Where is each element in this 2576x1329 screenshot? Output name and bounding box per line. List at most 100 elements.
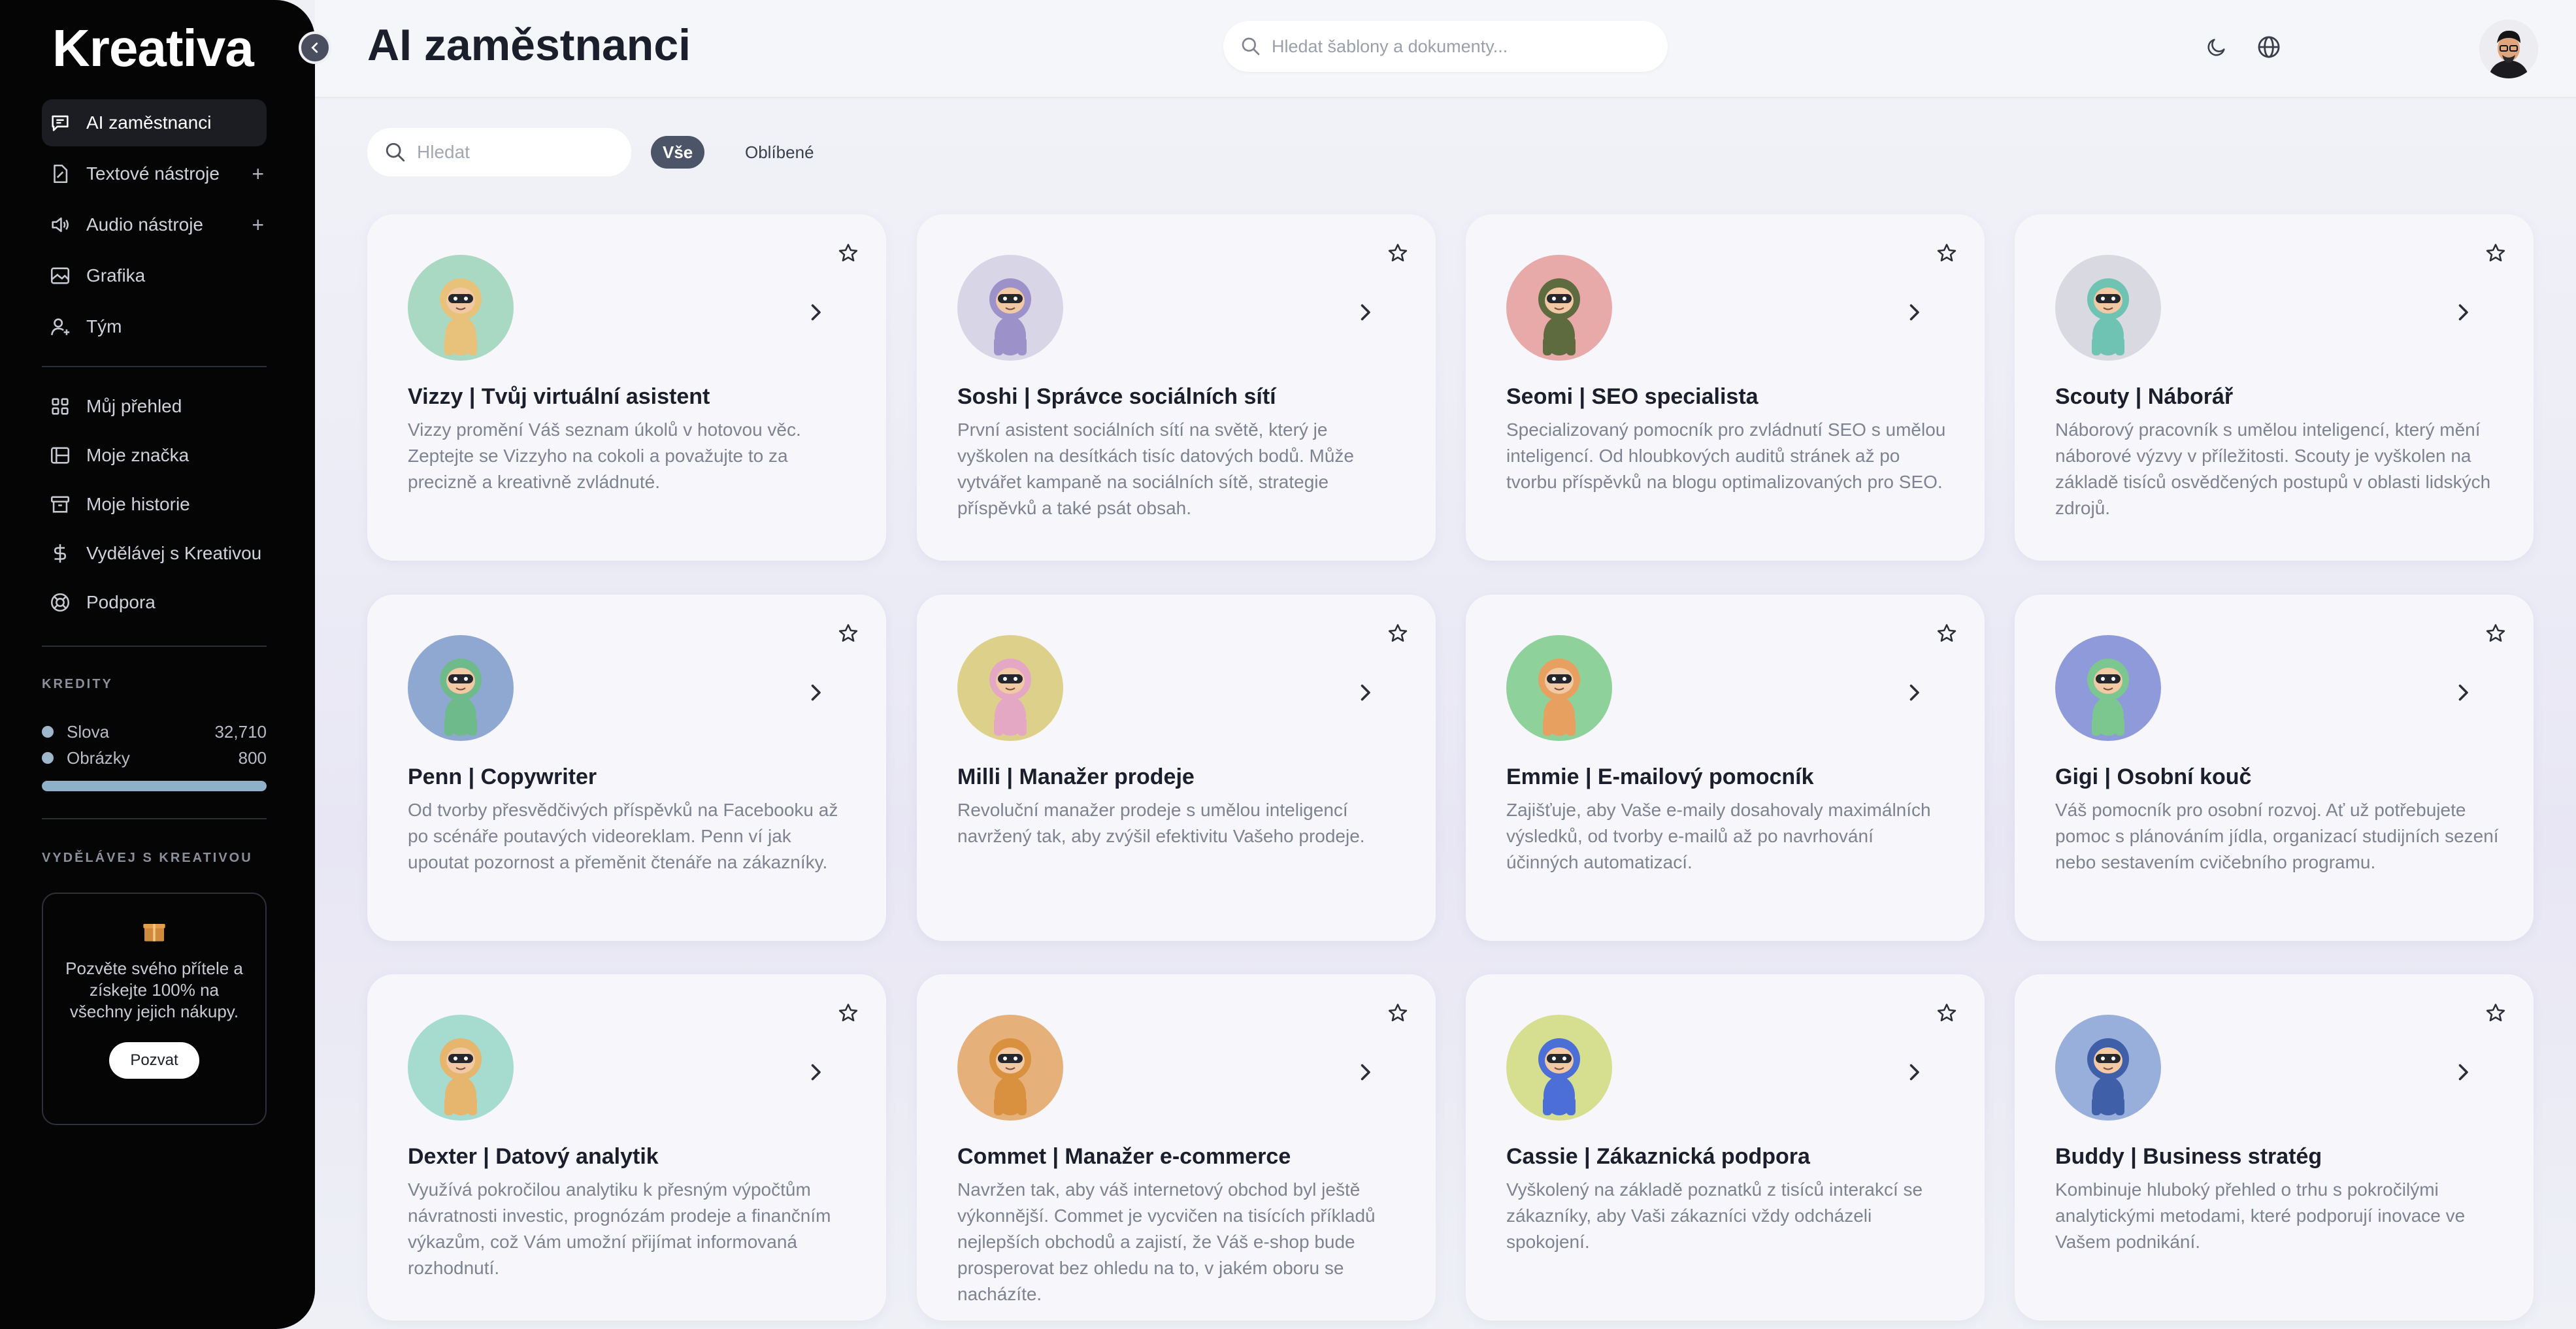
favorite-star-icon[interactable] (836, 1002, 860, 1025)
chevron-right-icon[interactable] (2451, 681, 2475, 704)
document-icon (54, 164, 68, 184)
employee-name: Dexter | Datový analytik (408, 1144, 659, 1169)
filter-tab-all[interactable]: Vše (651, 136, 705, 169)
employee-description: Vizzy promění Váš seznam úkolů v hotovou… (408, 419, 801, 492)
sidebar-item-icon (48, 591, 72, 614)
sidebar-item-icon (48, 162, 72, 186)
employee-name: Buddy | Business stratég (2055, 1144, 2322, 1169)
user-avatar[interactable] (2479, 20, 2538, 78)
sidebar-item-textové-nástroje[interactable]: Textové nástroje + (42, 150, 267, 197)
favorite-star-icon[interactable] (1386, 1002, 1410, 1025)
chevron-right-icon[interactable] (804, 1060, 827, 1084)
global-search[interactable] (1223, 21, 1668, 72)
sidebar-item-audio-nástroje[interactable]: Audio nástroje + (42, 201, 267, 248)
employee-avatar (957, 635, 1063, 741)
robot-character-image (440, 1038, 482, 1115)
favorite-star-icon[interactable] (2484, 622, 2507, 646)
app-logo[interactable]: Kreativa (52, 18, 254, 78)
credit-images: Obrázky 800 (42, 746, 267, 770)
grid-icon (52, 398, 69, 415)
robot-character-image (1538, 1038, 1580, 1115)
favorite-star-icon[interactable] (836, 622, 860, 646)
sidebar-item-icon (48, 264, 72, 287)
chevron-right-icon[interactable] (804, 301, 827, 324)
sidebar-item-icon (48, 444, 72, 467)
chevron-right-icon[interactable] (804, 681, 827, 704)
favorite-star-icon[interactable] (2484, 242, 2507, 265)
sidebar-divider (42, 818, 267, 819)
employee-card[interactable]: Dexter | Datový analytik Využívá pokročil… (367, 974, 886, 1321)
robot-character-image (1538, 659, 1580, 736)
language-button[interactable] (2253, 31, 2285, 63)
employee-card[interactable]: Milli | Manažer prodeje Revoluční manažer… (917, 595, 1436, 941)
sidebar-item-grafika[interactable]: Grafika (42, 252, 267, 299)
sidebar-item-ai-zaměstnanci[interactable]: AI zaměstnanci (42, 99, 267, 146)
employee-card[interactable]: Cassie | Zákaznická podpora Vyškolený na … (1466, 974, 1985, 1321)
chevron-right-icon[interactable] (1353, 301, 1377, 324)
favorite-star-icon[interactable] (1386, 242, 1410, 265)
employee-description: Náborový pracovník s umělou inteligencí,… (2055, 419, 2491, 518)
search-icon (1242, 37, 1260, 56)
chevron-right-icon[interactable] (1902, 681, 1926, 704)
employee-avatar (408, 255, 514, 361)
employee-description: Zajišťuje, aby Vaše e-maily dosahovaly m… (1506, 800, 1931, 872)
sidebar-item-vydělávej-s-kreativou[interactable]: Vydělávej s Kreativou (42, 530, 267, 577)
expand-plus-icon[interactable]: + (252, 162, 264, 186)
sidebar-item-label: AI zaměstnanci (86, 112, 212, 133)
dark-mode-toggle[interactable] (2201, 31, 2232, 63)
collapse-sidebar-button[interactable] (299, 31, 331, 64)
favorite-star-icon[interactable] (1935, 1002, 1958, 1025)
employee-card[interactable]: Scouty | Náborář Náborový pracovník s umě… (2015, 214, 2534, 561)
employee-name: Emmie | E-mailový pomocník (1506, 764, 1814, 789)
sidebar-item-icon (48, 542, 72, 565)
employee-card[interactable]: Commet | Manažer e-commerce Navržen tak, … (917, 974, 1436, 1321)
favorite-star-icon[interactable] (1935, 622, 1958, 646)
chevron-right-icon[interactable] (1902, 1060, 1926, 1084)
sidebar-item-tým[interactable]: Tým (42, 303, 267, 350)
sidebar-item-můj-přehled[interactable]: Můj přehled (42, 383, 267, 430)
image-icon (50, 267, 70, 284)
sidebar-item-icon (48, 493, 72, 516)
employee-description: Kombinuje hluboký přehled o trhu s pokro… (2055, 1179, 2466, 1252)
employee-description: První asistent sociálních sítí na světě,… (957, 419, 1354, 518)
employee-card[interactable]: Soshi | Správce sociálních sítí První asi… (917, 214, 1436, 561)
robot-character-image (989, 278, 1031, 355)
chevron-right-icon[interactable] (1353, 681, 1377, 704)
filter-tab-favorites[interactable]: Oblíbené (733, 136, 826, 169)
employee-name: Seomi | SEO specialista (1506, 384, 1759, 409)
sidebar-item-moje-historie[interactable]: Moje historie (42, 481, 267, 528)
chat-icon (52, 115, 69, 131)
employee-search-input[interactable] (417, 142, 626, 163)
employee-card[interactable]: Penn | Copywriter Od tvorby přesvědčivých… (367, 595, 886, 941)
employee-card[interactable]: Emmie | E-mailový pomocník Zajišťuje, aby… (1466, 595, 1985, 941)
employee-card[interactable]: Gigi | Osobní kouč Váš pomocník pro osobn… (2015, 595, 2534, 941)
sidebar-item-podpora[interactable]: Podpora (42, 579, 267, 626)
chevron-right-icon[interactable] (1353, 1060, 1377, 1084)
sidebar-item-label: Audio nástroje (86, 214, 204, 235)
sidebar-item-icon (48, 395, 72, 418)
invite-button[interactable]: Pozvat (109, 1042, 199, 1079)
employee-search[interactable] (367, 128, 631, 176)
employee-card[interactable]: Seomi | SEO specialista Specializovaný po… (1466, 214, 1985, 561)
sidebar-item-moje-značka[interactable]: Moje značka (42, 432, 267, 479)
credits-label: KREDITY (42, 677, 113, 691)
employee-card[interactable]: Vizzy | Tvůj virtuální asistent Vizzy pro… (367, 214, 886, 561)
expand-plus-icon[interactable]: + (252, 213, 264, 237)
employee-avatar (2055, 1015, 2161, 1121)
sidebar-item-label: Moje historie (86, 494, 190, 514)
chevron-right-icon[interactable] (2451, 1060, 2475, 1084)
favorite-star-icon[interactable] (836, 242, 860, 265)
favorite-star-icon[interactable] (1935, 242, 1958, 265)
robot-character-image (440, 659, 482, 736)
sidebar-item-label: Podpora (86, 592, 156, 612)
credit-progress-bar (42, 781, 267, 791)
chevron-right-icon[interactable] (1902, 301, 1926, 324)
employee-avatar (2055, 635, 2161, 741)
favorite-star-icon[interactable] (1386, 622, 1410, 646)
favorite-star-icon[interactable] (2484, 1002, 2507, 1025)
employee-card[interactable]: Buddy | Business stratég Kombinuje hlubok… (2015, 974, 2534, 1321)
global-search-input[interactable] (1272, 36, 1651, 57)
robot-character-image (989, 659, 1031, 736)
chevron-right-icon[interactable] (2451, 301, 2475, 324)
lifebuoy-icon (50, 593, 70, 612)
